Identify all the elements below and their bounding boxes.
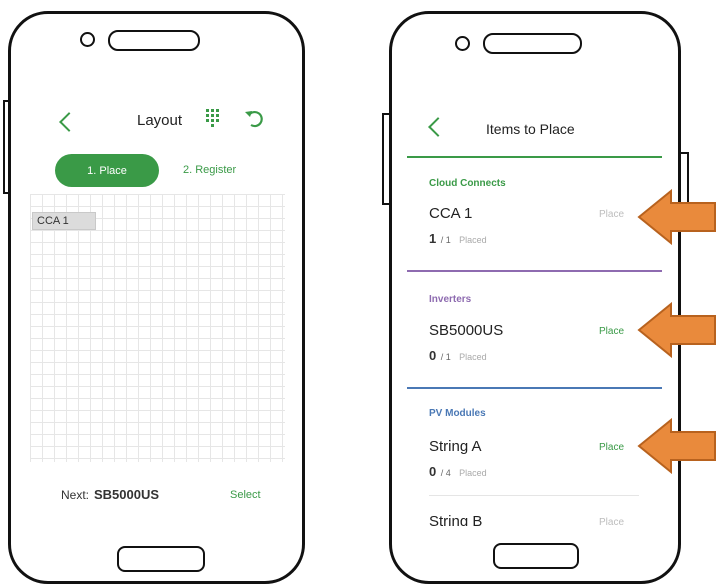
section-title-cloud-connects: Cloud Connects — [429, 178, 506, 189]
item-name-string-b: String B — [429, 513, 483, 526]
select-button[interactable]: Select — [230, 489, 261, 501]
placed-number: 0 — [429, 348, 437, 363]
placed-label: Placed — [459, 352, 487, 362]
item-name-sb5000us: SB5000US — [429, 322, 504, 339]
placed-number: 1 — [429, 231, 437, 246]
header-divider — [407, 156, 662, 158]
left-phone-home-button[interactable] — [117, 546, 205, 572]
placed-number: 0 — [429, 464, 437, 479]
right-phone-home-button[interactable] — [493, 543, 579, 569]
layout-canvas[interactable] — [30, 194, 285, 462]
place-button-sb5000us[interactable]: Place — [599, 326, 624, 337]
placed-count-string-a: 0 / 4 Placed — [429, 463, 487, 481]
total-number: / 1 — [440, 352, 451, 362]
arrow-callout-icon — [637, 302, 716, 358]
page-title: Items to Place — [486, 121, 575, 137]
undo-icon[interactable] — [243, 109, 265, 129]
tab-register[interactable]: 2. Register — [183, 164, 236, 176]
section-divider-inverters — [407, 270, 662, 272]
total-number: / 1 — [440, 235, 451, 245]
keypad-icon[interactable] — [205, 108, 221, 128]
placed-count-cca1: 1 / 1 Placed — [429, 230, 487, 248]
placed-item-chip[interactable]: CCA 1 — [32, 212, 96, 230]
right-phone-camera — [455, 36, 470, 51]
next-label: Next: — [61, 488, 90, 502]
item-divider — [429, 495, 639, 496]
total-number: / 4 — [440, 468, 451, 478]
place-button-cca1[interactable]: Place — [599, 209, 624, 220]
arrow-callout-icon — [637, 418, 716, 474]
placed-label: Placed — [459, 468, 487, 478]
place-button-string-a[interactable]: Place — [599, 442, 624, 453]
left-phone-speaker — [108, 30, 200, 51]
list-item-string-b-clip: String B Place — [407, 510, 662, 526]
page-title: Layout — [137, 112, 183, 129]
placed-label: Placed — [459, 235, 487, 245]
placed-count-sb5000us: 0 / 1 Placed — [429, 347, 487, 365]
item-name-string-a: String A — [429, 438, 482, 455]
right-phone-speaker — [483, 33, 582, 54]
section-divider-pv-modules — [407, 387, 662, 389]
section-title-pv-modules: PV Modules — [429, 408, 486, 419]
place-button-string-b[interactable]: Place — [599, 517, 624, 526]
arrow-callout-icon — [637, 189, 716, 245]
next-item-name: SB5000US — [94, 487, 160, 502]
left-phone-camera — [80, 32, 95, 47]
section-title-inverters: Inverters — [429, 294, 472, 305]
tab-place[interactable]: 1. Place — [55, 154, 159, 187]
item-name-cca1: CCA 1 — [429, 205, 473, 222]
